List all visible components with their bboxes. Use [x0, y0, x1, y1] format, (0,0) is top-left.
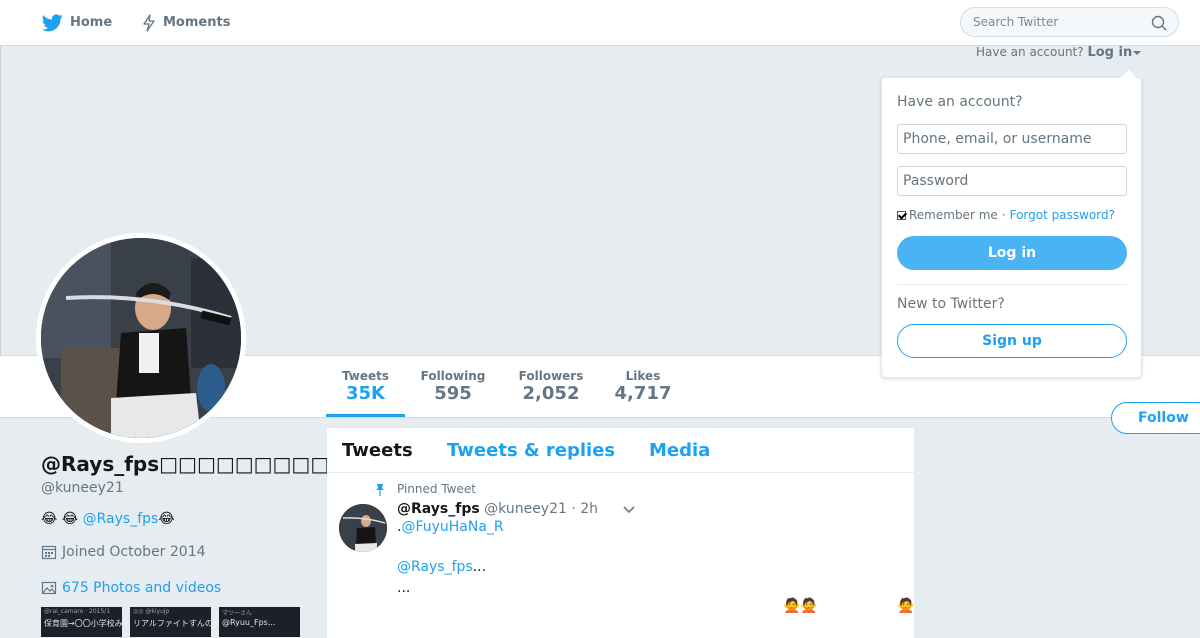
thumbnail-meta: マツーさん [222, 610, 253, 617]
media-thumbnail[interactable]: マツーさん @Ryuu_Fps... [219, 607, 300, 637]
tweet-time[interactable]: · 2h [571, 501, 598, 517]
new-to-twitter-label: New to Twitter? [897, 296, 1005, 312]
tweet-ellipsis: ... [472, 559, 487, 575]
thumbnail-text: リアルファイトすんの？笑 [133, 619, 211, 628]
timeline-tabs: Tweets Tweets & replies Media [327, 428, 914, 473]
media-thumbnail[interactable]: ◎◎ @kiyujp リアルファイトすんの？笑 [130, 607, 211, 637]
login-dropdown: Have an account? Phone, email, or userna… [881, 68, 1142, 378]
search-input[interactable]: Search Twitter [960, 7, 1179, 37]
profile-handle[interactable]: @kuneey21 [41, 480, 124, 496]
calendar-icon [41, 545, 57, 560]
login-button[interactable]: Log in [897, 236, 1127, 270]
profile-bio: 😂 😂 @Rays_fps😂 [41, 511, 175, 527]
password-field[interactable]: Password [897, 166, 1127, 196]
media-thumbnail[interactable]: @rai_camaro · 2015/1 保育園→〇〇小学校みた [41, 607, 122, 637]
account-prompt-text: Have an account? [976, 45, 1084, 59]
bio-emoji: 😂 😂 [41, 511, 79, 527]
pin-icon [376, 484, 384, 496]
tweet-author-handle[interactable]: @kuneey21 [484, 501, 567, 517]
tweet-mention-link[interactable]: @FuyuHaNa_R [401, 519, 503, 535]
thumbnail-text: @Ryuu_Fps... [222, 618, 276, 627]
stat-label: Tweets [341, 369, 390, 383]
stat-value: 2,052 [522, 383, 580, 404]
username-field[interactable]: Phone, email, or username [897, 124, 1127, 154]
photos-videos-label: 675 Photos and videos [62, 580, 222, 596]
separator-dot: · [1001, 208, 1006, 222]
stat-following[interactable]: Following 595 [413, 356, 493, 416]
tweet-avatar[interactable] [339, 504, 387, 552]
chevron-down-icon[interactable] [623, 506, 635, 514]
stat-label: Likes [625, 369, 661, 383]
stat-likes[interactable]: Likes 4,717 [609, 356, 677, 416]
twitter-bird-icon [42, 13, 63, 31]
signup-button[interactable]: Sign up [897, 324, 1127, 358]
tweet-emoji: 🙅🙅 [783, 598, 818, 614]
thumbnail-meta: @rai_camaro · 2015/1 [44, 608, 111, 615]
stat-label: Followers [518, 369, 584, 383]
account-prompt: Have an account? Log in [976, 45, 1142, 60]
search-placeholder: Search Twitter [973, 15, 1059, 29]
remember-me-checkbox[interactable] [897, 210, 906, 220]
stat-followers[interactable]: Followers 2,052 [511, 356, 591, 416]
remember-me-label: Remember me [909, 208, 998, 222]
thumbnail-meta: ◎◎ @kiyujp [133, 608, 170, 615]
tab-tweets[interactable]: Tweets [342, 440, 413, 461]
remember-me-row: Remember me · Forgot password? [897, 208, 1115, 222]
tab-tweets-replies[interactable]: Tweets & replies [447, 440, 615, 461]
stat-tweets[interactable]: Tweets 35K [326, 356, 405, 417]
photos-videos-link[interactable]: 675 Photos and videos [41, 580, 221, 596]
joined-date: Joined October 2014 [41, 544, 206, 560]
forgot-password-link[interactable]: Forgot password? [1010, 208, 1115, 222]
follow-button[interactable]: Follow [1111, 402, 1200, 434]
tweet-text-line: ... [397, 580, 411, 596]
tweet-mention-link[interactable]: @Rays_fps [397, 559, 473, 575]
tab-media[interactable]: Media [649, 440, 710, 461]
lightning-icon [143, 13, 155, 32]
stat-value: 35K [346, 383, 385, 404]
pinned-tweet-label: Pinned Tweet [397, 482, 476, 496]
nav-home[interactable]: Home [42, 0, 112, 45]
tweet-header: @Rays_fps @kuneey21 · 2h [397, 501, 598, 517]
tweet-text-line: .@FuyuHaNa_R [397, 519, 504, 535]
nav-home-label: Home [70, 15, 113, 30]
divider [897, 284, 1127, 285]
image-icon [41, 581, 57, 595]
stat-value: 4,717 [614, 383, 672, 404]
tweet-author-name[interactable]: @Rays_fps [397, 501, 480, 517]
tweet-emoji: 🙅 [897, 598, 915, 614]
top-nav: Home Moments Search Twitter [0, 0, 1200, 46]
thumbnail-text: 保育園→〇〇小学校みた [44, 619, 122, 628]
active-tab-indicator [326, 414, 405, 417]
bio-mention-link[interactable]: @Rays_fps [83, 511, 159, 527]
dropdown-title: Have an account? [897, 94, 1023, 110]
stat-value: 595 [434, 383, 472, 404]
timeline: Tweets Tweets & replies Media Pinned Twe… [327, 428, 914, 638]
joined-text: Joined October 2014 [62, 544, 206, 560]
caret-down-icon[interactable] [1133, 50, 1142, 55]
stat-label: Following [420, 369, 486, 383]
bio-tail: 😂 [158, 511, 175, 527]
nav-moments[interactable]: Moments [142, 0, 230, 45]
search-icon[interactable] [1151, 15, 1167, 31]
profile-avatar[interactable] [36, 233, 246, 443]
profile-name: @Rays_fps□□□□□□□□□□ [41, 452, 349, 476]
login-dropdown-toggle[interactable]: Log in [1087, 45, 1132, 60]
nav-moments-label: Moments [163, 15, 231, 30]
tweet-text-line: @Rays_fps... [397, 559, 486, 575]
avatar-photo [41, 238, 241, 438]
